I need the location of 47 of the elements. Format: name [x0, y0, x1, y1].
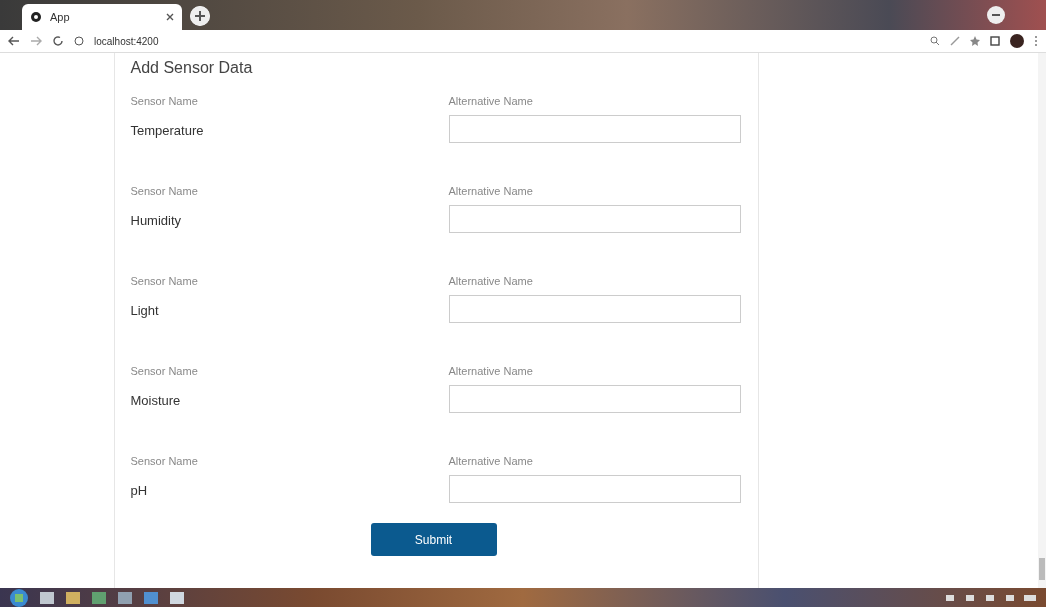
- sensor-name: Humidity: [130, 213, 183, 228]
- taskbar-icon[interactable]: [170, 591, 184, 604]
- sensor-name: pH: [130, 483, 149, 498]
- field-label: Sensor Name: [130, 275, 199, 287]
- zoom-icon[interactable]: [930, 36, 940, 46]
- form-title: Add Sensor Data: [130, 59, 254, 77]
- input-field[interactable]: [448, 115, 741, 143]
- taskbar-icon[interactable]: [144, 591, 158, 604]
- address-field[interactable]: localhost:4200: [94, 35, 920, 47]
- input-field[interactable]: [448, 385, 741, 413]
- scrollbar[interactable]: [1038, 53, 1046, 588]
- taskbar-icon[interactable]: [40, 591, 54, 604]
- tab-title: App: [50, 11, 71, 23]
- field-label: Sensor Name: [130, 185, 199, 197]
- field-label: Sensor Name: [130, 455, 199, 467]
- sensor-name: Moisture: [130, 393, 182, 408]
- field-label: Alternative Name: [448, 275, 534, 287]
- taskbar-icon[interactable]: [118, 591, 132, 604]
- scrollbar-thumb[interactable]: [1039, 558, 1045, 580]
- info-icon[interactable]: [74, 36, 84, 46]
- field-label: Alternative Name: [448, 185, 534, 197]
- input-field[interactable]: [448, 295, 741, 323]
- system-tray-icons[interactable]: [946, 592, 1036, 603]
- close-icon[interactable]: [166, 13, 174, 21]
- sensor-name: Temperature: [130, 123, 205, 138]
- start-button[interactable]: [10, 588, 28, 607]
- reload-icon[interactable]: [52, 35, 64, 47]
- input-field[interactable]: [448, 205, 741, 233]
- field-label: Sensor Name: [130, 95, 199, 107]
- field-label: Alternative Name: [448, 95, 534, 107]
- taskbar-icon[interactable]: [66, 591, 80, 604]
- extensions-icon[interactable]: [990, 36, 1000, 46]
- new-tab-icon[interactable]: [190, 6, 210, 26]
- avatar-icon[interactable]: [1010, 34, 1024, 48]
- field-label: Alternative Name: [448, 455, 534, 467]
- submit-button[interactable]: Submit: [370, 523, 497, 556]
- app-icon: [30, 11, 42, 23]
- browser-tab[interactable]: App: [22, 4, 182, 30]
- input-field[interactable]: [448, 475, 741, 503]
- menu-icon[interactable]: [1034, 35, 1038, 47]
- back-icon[interactable]: [8, 36, 20, 46]
- forward-icon[interactable]: [30, 36, 42, 46]
- field-label: Sensor Name: [130, 365, 199, 377]
- field-label: Alternative Name: [448, 365, 534, 377]
- taskbar-icon[interactable]: [92, 591, 106, 604]
- sensor-name: Light: [130, 303, 160, 318]
- star-icon[interactable]: [970, 36, 980, 46]
